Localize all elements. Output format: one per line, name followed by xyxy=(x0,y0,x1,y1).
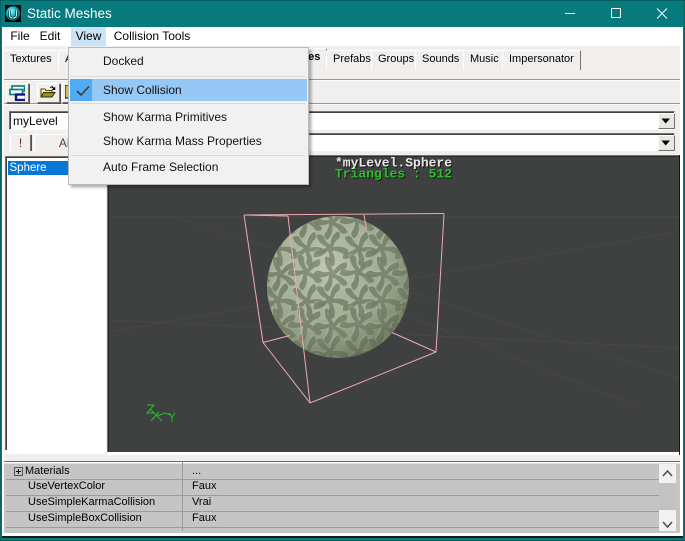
svg-text:Triangles : 512: Triangles : 512 xyxy=(335,167,452,182)
